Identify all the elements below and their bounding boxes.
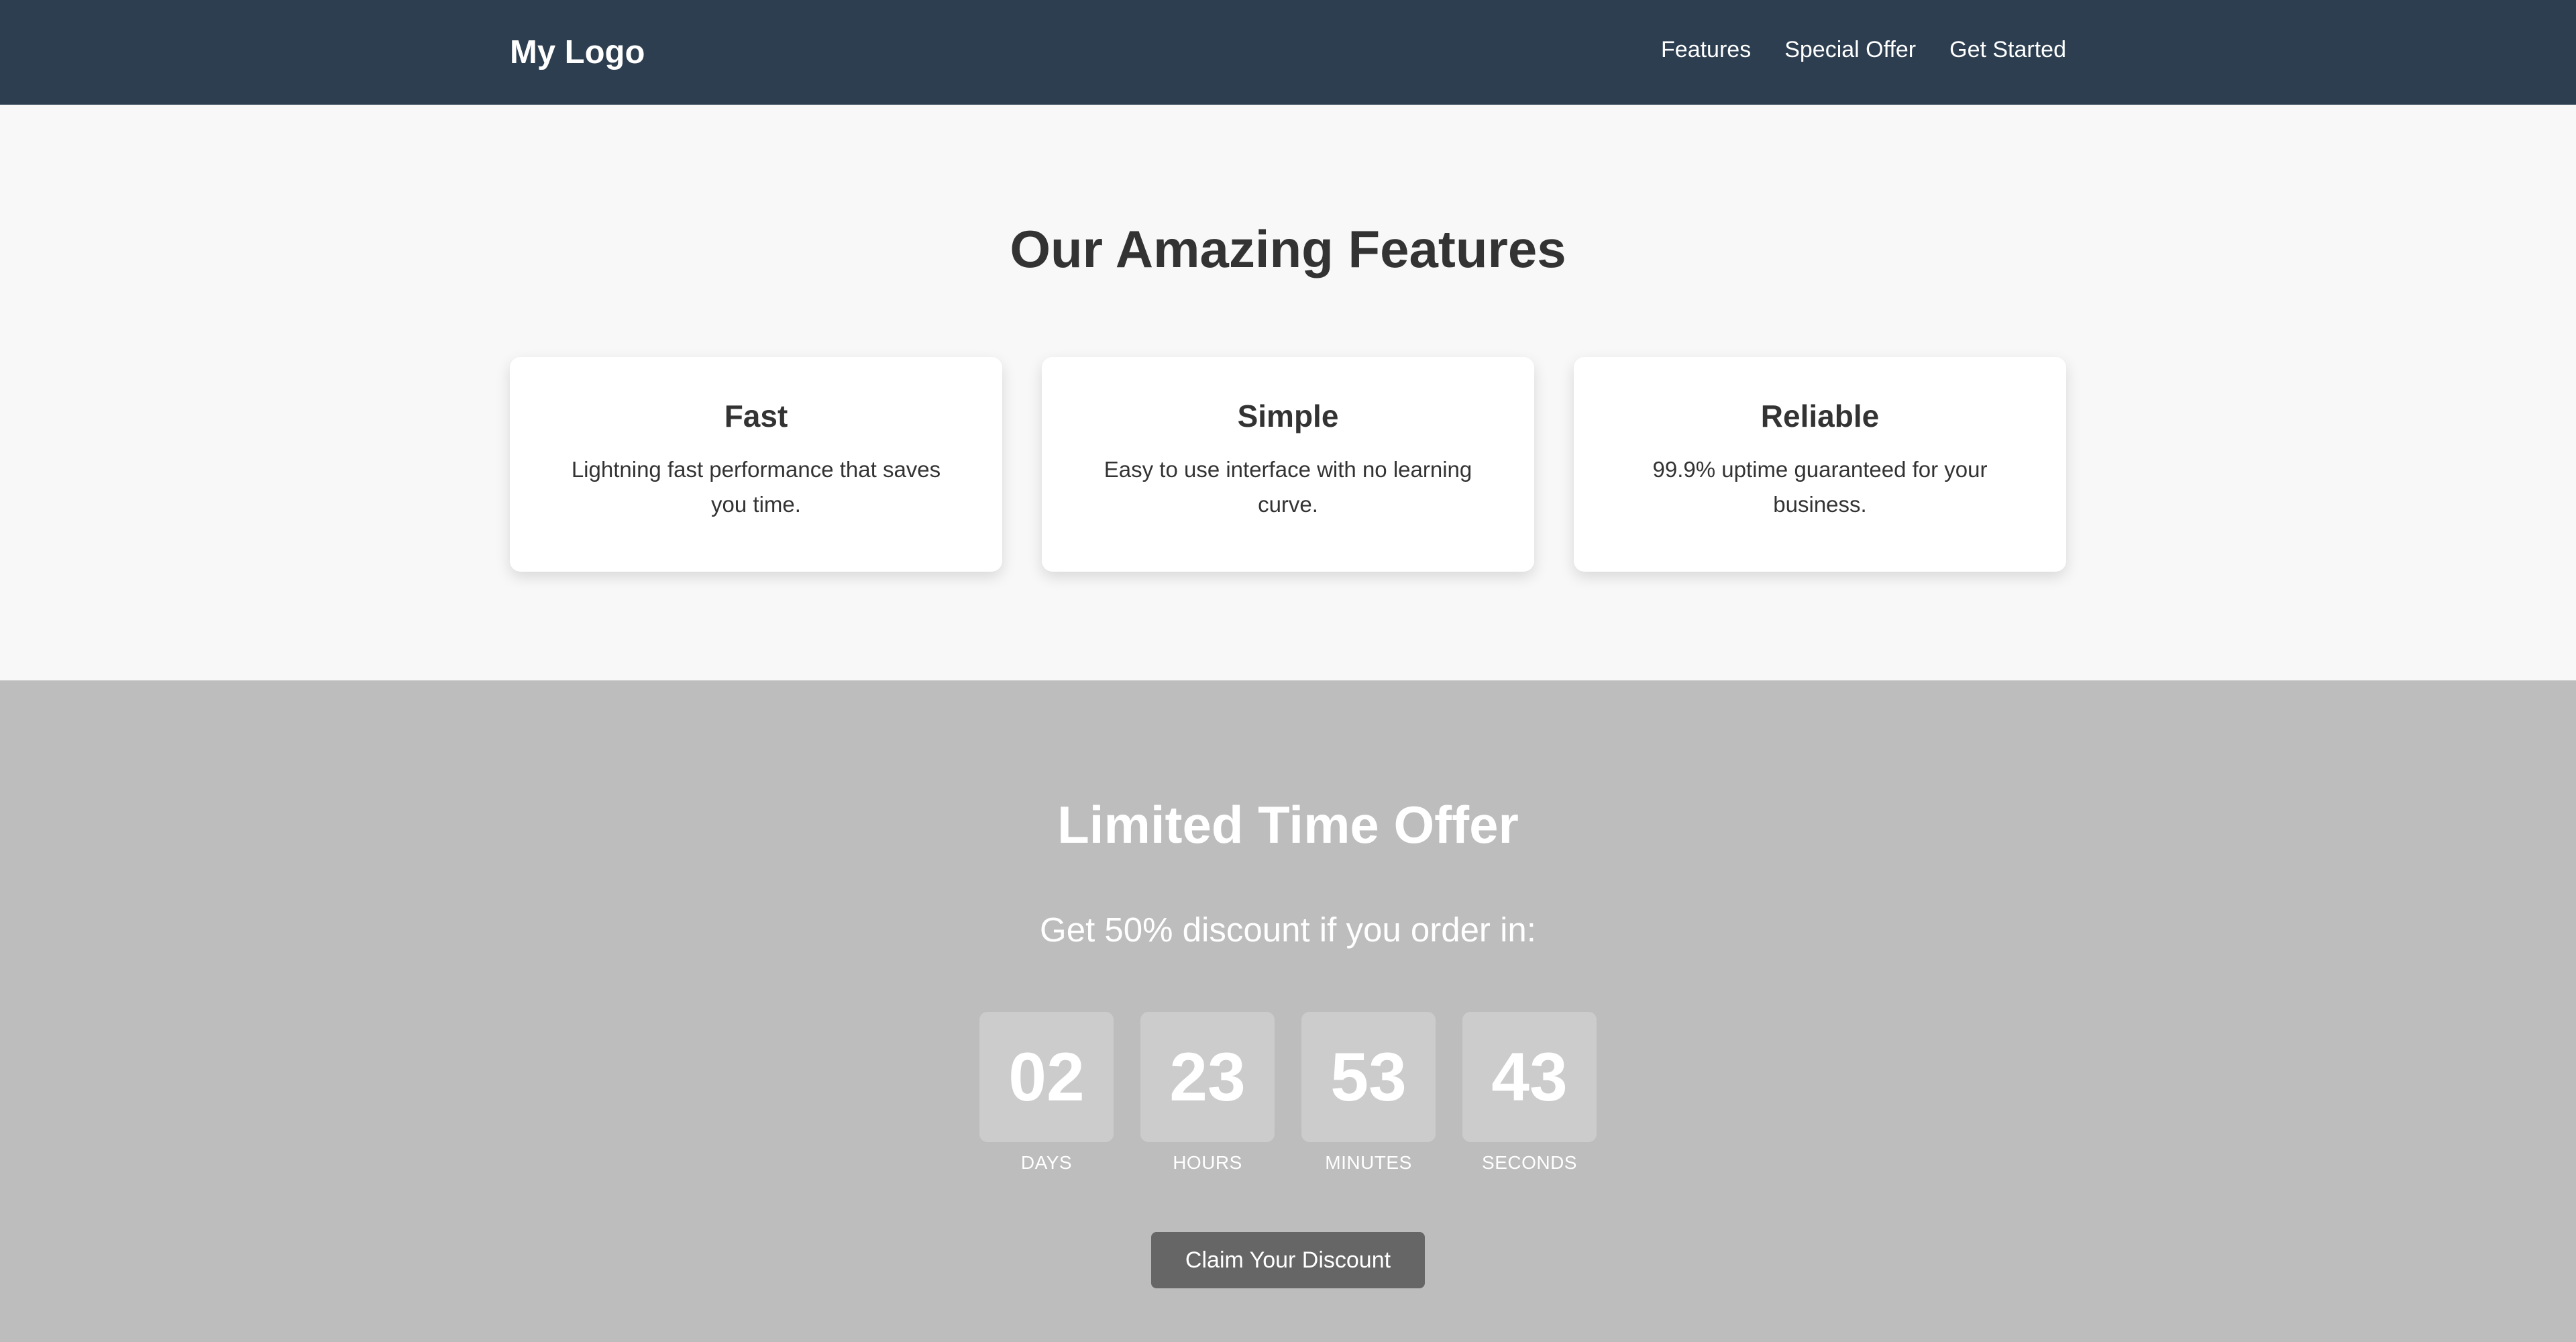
feature-card-text: 99.9% uptime guaranteed for your busines…: [1652, 457, 1988, 517]
site-header: My Logo Features Special Offer Get Start…: [0, 0, 2576, 105]
countdown-minutes: 53 MINUTES: [1301, 1012, 1436, 1174]
feature-card-reliable: Reliable 99.9% uptime guaranteed for you…: [1574, 357, 2066, 572]
offer-section: Limited Time Offer Get 50% discount if y…: [0, 680, 2576, 1342]
offer-title: Limited Time Offer: [1057, 795, 1519, 854]
features-section: Our Amazing Features Fast Lightning fast…: [0, 105, 2576, 680]
feature-card-title: Reliable: [1760, 399, 1880, 433]
countdown-label: HOURS: [1173, 1152, 1242, 1173]
countdown-value: 43: [1462, 1012, 1597, 1142]
feature-card-title: Fast: [724, 399, 788, 433]
countdown-value: 23: [1140, 1012, 1275, 1142]
main-nav: Features Special Offer Get Started: [1661, 35, 2066, 64]
feature-card-text: Easy to use interface with no learning c…: [1104, 457, 1472, 517]
feature-card-title: Simple: [1237, 399, 1339, 433]
countdown-value: 02: [979, 1012, 1114, 1142]
offer-subtitle: Get 50% discount if you order in:: [1040, 911, 1536, 949]
feature-card-text: Lightning fast performance that saves yo…: [571, 457, 941, 517]
features-title: Our Amazing Features: [1010, 219, 1566, 278]
feature-card-fast: Fast Lightning fast performance that sav…: [510, 357, 1002, 572]
countdown-value: 53: [1301, 1012, 1436, 1142]
countdown-hours: 23 HOURS: [1140, 1012, 1275, 1174]
countdown-label: SECONDS: [1482, 1152, 1577, 1173]
countdown-seconds: 43 SECONDS: [1462, 1012, 1597, 1174]
countdown-timer: 02 DAYS 23 HOURS 53 MINUTES 43 SECONDS: [979, 1012, 1597, 1174]
countdown-days: 02 DAYS: [979, 1012, 1114, 1174]
nav-link-special-offer[interactable]: Special Offer: [1784, 35, 1916, 64]
nav-link-features[interactable]: Features: [1661, 35, 1751, 64]
feature-cards: Fast Lightning fast performance that sav…: [510, 357, 2066, 572]
claim-discount-button[interactable]: Claim Your Discount: [1151, 1232, 1425, 1288]
countdown-label: MINUTES: [1325, 1152, 1412, 1173]
countdown-label: DAYS: [1020, 1152, 1073, 1173]
nav-link-get-started[interactable]: Get Started: [1949, 35, 2066, 64]
feature-card-simple: Simple Easy to use interface with no lea…: [1042, 357, 1534, 572]
logo[interactable]: My Logo: [510, 34, 645, 71]
